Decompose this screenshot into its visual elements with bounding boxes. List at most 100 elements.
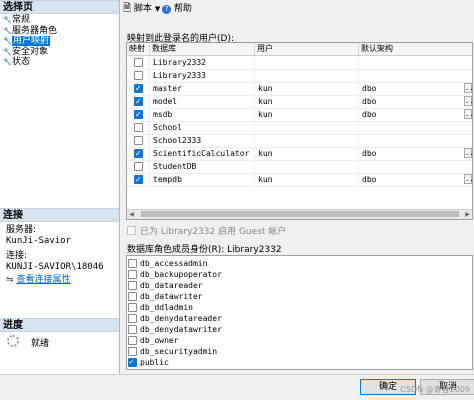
browse-schema-button[interactable]: ... xyxy=(464,96,472,106)
cell-mapped xyxy=(127,95,150,108)
browse-schema-button[interactable]: ... xyxy=(464,83,472,93)
role-label: db_denydatareader xyxy=(140,314,222,323)
cell-default-schema[interactable] xyxy=(359,69,472,82)
server-value: KunJi-Savior xyxy=(6,236,72,246)
role-item[interactable]: db_backupoperator xyxy=(128,269,222,280)
role-item[interactable]: db_datareader xyxy=(128,280,203,291)
column-header-user[interactable]: 用户 xyxy=(255,43,359,55)
role-item[interactable]: db_accessadmin xyxy=(128,258,207,269)
mapped-checkbox[interactable] xyxy=(134,71,143,80)
scroll-right-icon[interactable]: ▶ xyxy=(463,210,472,219)
page-item[interactable]: 🔧服务器角色 xyxy=(3,26,57,37)
cell-user[interactable] xyxy=(255,160,359,173)
cell-default-schema[interactable] xyxy=(359,121,472,134)
mapped-checkbox[interactable] xyxy=(134,108,143,121)
page-item[interactable]: 🔧状态 xyxy=(3,57,30,68)
help-button[interactable]: ? 帮助 xyxy=(162,3,192,15)
role-checkbox[interactable] xyxy=(128,356,137,367)
progress-header: 进度 xyxy=(0,318,119,332)
view-connection-properties-link[interactable]: ⇋ 查看连接属性 xyxy=(6,272,71,285)
cell-database: tempdb xyxy=(150,173,255,186)
table-row: modelkundbo... xyxy=(127,95,472,109)
cell-default-schema[interactable]: dbo... xyxy=(359,173,472,186)
role-item[interactable]: db_denydatareader xyxy=(128,313,222,324)
progress-status: 就绪 xyxy=(31,339,50,349)
cell-mapped xyxy=(127,121,150,134)
cell-default-schema[interactable]: dbo... xyxy=(359,95,472,108)
role-item[interactable]: db_securityadmin xyxy=(128,346,217,357)
cell-default-schema[interactable]: dbo... xyxy=(359,147,472,160)
role-checkbox[interactable] xyxy=(128,281,137,290)
view-connection-properties-label: 查看连接属性 xyxy=(16,275,71,285)
cell-default-schema[interactable] xyxy=(359,134,472,147)
toolbar: 🗎 脚本 ▼ ? 帮助 xyxy=(120,0,474,18)
left-pane: 选择页 🔧常规 🔧服务器角色 🔧用户映射 🔧安全对象 🔧状态 连接 服务器: KunJi… xyxy=(0,0,120,374)
page-item-label: 服务器角色 xyxy=(12,25,58,36)
role-item[interactable]: db_owner xyxy=(128,335,179,346)
cell-user[interactable]: kun xyxy=(255,82,359,95)
mapped-checkbox[interactable] xyxy=(134,173,143,186)
users-mapping-grid: 映射 数据库 用户 默认架构 Library2332Library2333mas… xyxy=(126,42,473,220)
mapped-checkbox[interactable] xyxy=(134,95,143,108)
column-header-database[interactable]: 数据库 xyxy=(150,43,255,55)
column-header-default-schema[interactable]: 默认架构 xyxy=(359,43,472,55)
role-checkbox[interactable] xyxy=(128,303,137,312)
role-checkbox[interactable] xyxy=(128,336,137,345)
cell-default-schema[interactable]: dbo... xyxy=(359,82,472,95)
role-checkbox[interactable] xyxy=(128,314,137,323)
cell-user[interactable] xyxy=(255,56,359,69)
cell-default-schema[interactable]: dbo... xyxy=(359,108,472,121)
browse-schema-button[interactable]: ... xyxy=(464,174,472,184)
role-item[interactable]: public xyxy=(128,356,169,368)
browse-schema-button[interactable]: ... xyxy=(464,109,472,119)
role-checkbox[interactable] xyxy=(128,292,137,301)
browse-schema-button[interactable]: ... xyxy=(464,148,472,158)
cell-user[interactable] xyxy=(255,121,359,134)
page-item-label: 常规 xyxy=(12,15,31,25)
role-checkbox[interactable] xyxy=(128,270,137,279)
cell-database: Library2332 xyxy=(150,56,255,69)
cell-user[interactable]: kun xyxy=(255,95,359,108)
scroll-left-icon[interactable]: ◀ xyxy=(127,210,136,219)
cell-user[interactable]: kun xyxy=(255,173,359,186)
cell-mapped xyxy=(127,173,150,186)
guest-account-checkbox[interactable] xyxy=(127,226,136,235)
cell-user[interactable] xyxy=(255,69,359,82)
cell-default-schema[interactable] xyxy=(359,56,472,69)
table-row: Library2333 xyxy=(127,69,472,83)
role-label: db_datawriter xyxy=(140,292,203,301)
role-item[interactable]: db_datawriter xyxy=(128,291,203,302)
role-checkbox[interactable] xyxy=(128,259,137,268)
role-label: db_denydatawriter xyxy=(140,325,222,334)
cell-database: School2333 xyxy=(150,134,255,147)
mapped-checkbox[interactable] xyxy=(134,58,143,67)
mapped-checkbox[interactable] xyxy=(134,162,143,171)
cell-database: msdb xyxy=(150,108,255,121)
role-label: db_ddladmin xyxy=(140,303,193,312)
mapped-checkbox[interactable] xyxy=(134,82,143,95)
help-label: 帮助 xyxy=(173,4,192,14)
page-item[interactable]: 🔧用户映射 xyxy=(3,36,51,47)
role-checkbox[interactable] xyxy=(128,325,137,334)
role-label: public xyxy=(140,358,169,367)
mapped-checkbox[interactable] xyxy=(134,147,143,160)
column-header-mapped[interactable]: 映射 xyxy=(127,43,150,55)
page-item[interactable]: 🔧常规 xyxy=(3,15,30,26)
watermark: CSDN @寄昔2009 xyxy=(400,385,470,394)
role-checkbox[interactable] xyxy=(128,347,137,356)
cell-user[interactable]: kun xyxy=(255,147,359,160)
cell-default-schema[interactable] xyxy=(359,160,472,173)
cell-database: model xyxy=(150,95,255,108)
dialog-footer: 确定 取消 CSDN @寄昔2009 xyxy=(0,374,474,400)
page-item[interactable]: 🔧安全对象 xyxy=(3,47,48,58)
mapped-checkbox[interactable] xyxy=(134,123,143,132)
cell-user[interactable] xyxy=(255,134,359,147)
role-item[interactable]: db_ddladmin xyxy=(128,302,193,313)
role-item[interactable]: db_denydatawriter xyxy=(128,324,222,335)
cell-user[interactable]: kun xyxy=(255,108,359,121)
script-button[interactable]: 🗎 脚本 ▼ xyxy=(123,3,160,15)
cell-database: StudentDB xyxy=(150,160,255,173)
mapped-checkbox[interactable] xyxy=(134,136,143,145)
horizontal-scrollbar[interactable]: ◀ ▶ xyxy=(127,209,472,219)
scrollbar-thumb[interactable] xyxy=(141,211,459,217)
